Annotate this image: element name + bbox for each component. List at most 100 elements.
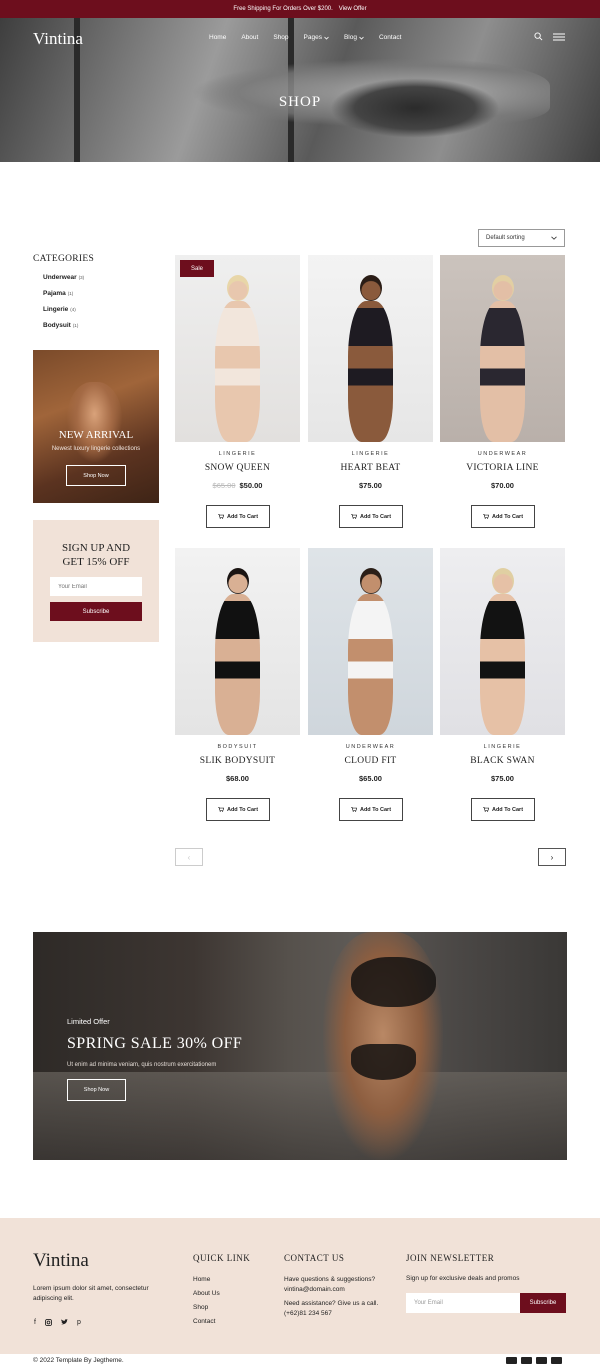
- cart-icon: [483, 807, 489, 812]
- add-to-cart-button[interactable]: Add To Cart: [339, 505, 403, 528]
- signup-title-line: GET 15% OFF: [62, 556, 130, 568]
- category-item[interactable]: Pajama (1): [43, 290, 84, 306]
- footer-logo[interactable]: Vintina: [33, 1250, 89, 1272]
- product-card[interactable]: UNDERWEAR CLOUD FIT $65.00 Add To Cart: [308, 548, 433, 821]
- product-image[interactable]: [308, 548, 433, 735]
- cart-icon: [218, 514, 224, 519]
- site-logo[interactable]: Vintina: [33, 29, 83, 49]
- promo-shop-now-button[interactable]: Shop Now: [66, 465, 126, 486]
- product-name[interactable]: HEART BEAT: [308, 463, 433, 473]
- add-to-cart-button[interactable]: Add To Cart: [339, 798, 403, 821]
- contact-question: Have questions & suggestions?: [284, 1276, 376, 1283]
- contact-email[interactable]: vintina@domain.com: [284, 1285, 394, 1295]
- contact-help: Need assistance? Give us a call.: [284, 1300, 379, 1307]
- add-to-cart-label: Add To Cart: [359, 806, 392, 813]
- product-image-detail: [215, 594, 260, 735]
- social-links: f p: [34, 1319, 81, 1326]
- footer-link-home[interactable]: Home: [193, 1276, 220, 1290]
- product-current-price: $65.00: [359, 774, 382, 783]
- sort-label: Default sorting: [486, 235, 525, 241]
- sale-badge: Sale: [180, 260, 214, 277]
- signup-title: SIGN UP AND GET 15% OFF: [33, 541, 159, 569]
- product-image[interactable]: [175, 548, 300, 735]
- twitter-icon[interactable]: [61, 1319, 68, 1325]
- product-price: $65.00: [308, 774, 433, 783]
- add-to-cart-button[interactable]: Add To Cart: [471, 505, 535, 528]
- product-category: BODYSUIT: [217, 744, 258, 750]
- product-image[interactable]: Sale: [175, 255, 300, 442]
- add-to-cart-button[interactable]: Add To Cart: [206, 798, 270, 821]
- add-to-cart-button[interactable]: Add To Cart: [471, 798, 535, 821]
- banner-shop-now-button[interactable]: Shop Now: [67, 1079, 126, 1101]
- signup-title-line: SIGN UP AND: [61, 542, 131, 554]
- category-item[interactable]: Underwear (3): [43, 274, 84, 290]
- signup-subscribe-button[interactable]: Subscribe: [50, 602, 142, 621]
- chevron-down-icon: [551, 236, 557, 240]
- chevron-right-icon: ›: [550, 852, 554, 862]
- facebook-icon[interactable]: f: [34, 1319, 36, 1326]
- product-image[interactable]: [308, 255, 433, 442]
- product-name[interactable]: CLOUD FIT: [308, 756, 433, 766]
- product-price: $75.00: [308, 481, 433, 490]
- chevron-left-icon: ‹: [187, 852, 191, 862]
- newsletter-email-input[interactable]: Your Email: [406, 1293, 520, 1313]
- footer-link-about[interactable]: About Us: [193, 1290, 220, 1304]
- sort-select[interactable]: Default sorting: [478, 229, 565, 247]
- product-image-detail: [348, 594, 393, 735]
- newsletter-subscribe-button[interactable]: Subscribe: [520, 1293, 566, 1313]
- site-footer: Vintina Lorem ipsum dolor sit amet, cons…: [0, 1218, 600, 1354]
- search-icon[interactable]: [534, 32, 543, 41]
- product-card[interactable]: Sale LINGERIE SNOW QUEEN $65.00 $50.00 Add To…: [175, 255, 300, 528]
- product-price: $75.00: [440, 774, 565, 783]
- product-image[interactable]: [440, 255, 565, 442]
- category-name: Lingerie: [43, 306, 69, 313]
- product-card[interactable]: LINGERIE BLACK SWAN $75.00 Add To Cart: [440, 548, 565, 821]
- category-list: Underwear (3) Pajama (1) Lingerie (4) Bodys…: [43, 274, 84, 338]
- pagination-prev[interactable]: ‹: [175, 848, 203, 866]
- product-image-detail: [480, 301, 525, 442]
- nav-contact[interactable]: Contact: [379, 34, 401, 41]
- product-image-detail: [227, 568, 249, 594]
- add-to-cart-button[interactable]: Add To Cart: [206, 505, 270, 528]
- nav-shop[interactable]: Shop: [273, 34, 288, 41]
- footer-link-contact[interactable]: Contact: [193, 1318, 220, 1332]
- pinterest-icon[interactable]: p: [77, 1319, 81, 1326]
- contact-phone[interactable]: (+62)81 234 567: [284, 1309, 394, 1319]
- nav-home[interactable]: Home: [209, 34, 226, 41]
- banner-title: SPRING SALE 30% OFF: [67, 1035, 243, 1052]
- signup-email-input[interactable]: [50, 577, 142, 596]
- spring-sale-banner: Limited Offer SPRING SALE 30% OFF Ut eni…: [33, 932, 567, 1160]
- product-card[interactable]: UNDERWEAR VICTORIA LINE $70.00 Add To Cart: [440, 255, 565, 528]
- product-image-detail: [492, 275, 514, 301]
- add-to-cart-label: Add To Cart: [491, 806, 524, 813]
- banner-subtitle: Ut enim ad minima veniam, quis nostrum e…: [67, 1062, 217, 1068]
- footer-link-shop[interactable]: Shop: [193, 1304, 220, 1318]
- nav-blog[interactable]: Blog: [344, 34, 364, 41]
- payment-icons: [506, 1357, 562, 1364]
- new-arrival-promo: NEW ARRIVAL Newest luxury lingerie colle…: [33, 350, 159, 503]
- product-image[interactable]: [440, 548, 565, 735]
- category-item[interactable]: Lingerie (4): [43, 306, 84, 322]
- product-name[interactable]: VICTORIA LINE: [440, 463, 565, 473]
- view-offer-link[interactable]: View Offer: [339, 6, 367, 12]
- chevron-down-icon: [324, 36, 329, 40]
- category-count: (1): [67, 291, 74, 296]
- pagination-next[interactable]: ›: [538, 848, 566, 866]
- instagram-icon[interactable]: [44, 1319, 52, 1326]
- category-name: Pajama: [43, 290, 66, 297]
- menu-icon[interactable]: [553, 33, 565, 41]
- product-card[interactable]: LINGERIE HEART BEAT $75.00 Add To Cart: [308, 255, 433, 528]
- category-item[interactable]: Bodysuit (1): [43, 322, 84, 338]
- product-name[interactable]: SLIK BODYSUIT: [175, 756, 300, 766]
- product-name[interactable]: BLACK SWAN: [440, 756, 565, 766]
- nav-pages[interactable]: Pages: [304, 34, 329, 41]
- quick-link-title: QUICK LINK: [193, 1253, 251, 1263]
- chevron-down-icon: [359, 36, 364, 40]
- nav-about[interactable]: About: [241, 34, 258, 41]
- product-image-detail: [227, 275, 249, 301]
- product-card[interactable]: BODYSUIT SLIK BODYSUIT $68.00 Add To Cart: [175, 548, 300, 821]
- newsletter-subtitle: Sign up for exclusive deals and promos: [406, 1275, 520, 1282]
- product-name[interactable]: SNOW QUEEN: [175, 463, 300, 473]
- product-image-detail: [360, 568, 382, 594]
- category-name: Underwear: [43, 274, 77, 281]
